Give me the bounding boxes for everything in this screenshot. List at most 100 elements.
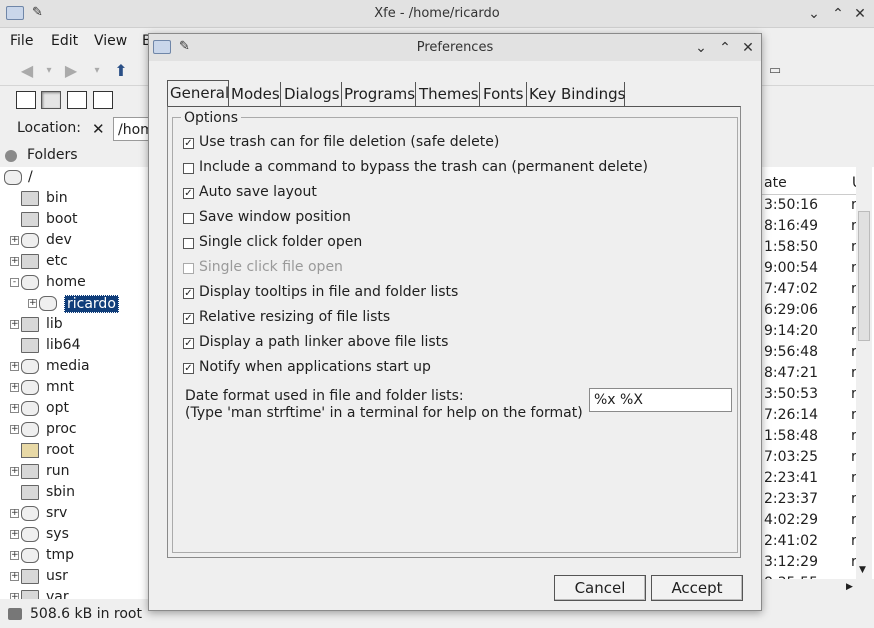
file-row-date[interactable]: 8:16:49 <box>764 218 818 234</box>
menu-file[interactable]: File <box>10 33 33 49</box>
tree-item[interactable]: - home <box>10 273 148 293</box>
expand-icon[interactable]: + <box>10 551 19 560</box>
expand-icon[interactable]: + <box>10 404 19 413</box>
menu-view[interactable]: View <box>94 33 127 49</box>
tree-two-panels-icon[interactable] <box>93 91 113 109</box>
file-row-date[interactable]: 7:26:14 <box>764 407 818 423</box>
tree-item[interactable]: + mnt <box>10 378 148 398</box>
maximize-button[interactable]: ⌃ <box>828 4 848 24</box>
file-row-date[interactable]: 8:47:21 <box>764 365 818 381</box>
file-row-date[interactable]: 2:23:41 <box>764 470 818 486</box>
tab-themes[interactable]: Themes <box>417 82 480 106</box>
forward-arrow-icon[interactable]: ▶ <box>60 60 82 82</box>
tree-item[interactable]: + var <box>10 588 148 599</box>
close-button[interactable]: ✕ <box>738 38 758 58</box>
file-row-date[interactable]: 9:14:20 <box>764 323 818 339</box>
file-row-date[interactable]: 8:35:55 <box>764 575 818 579</box>
file-list-scrollbar[interactable]: ▼ <box>856 167 872 579</box>
tree-item[interactable]: + usr <box>10 567 148 587</box>
expand-icon[interactable]: + <box>10 593 19 599</box>
file-row-date[interactable]: 3:50:16 <box>764 197 818 213</box>
tree-item[interactable]: + sys <box>10 525 148 545</box>
close-button[interactable]: ✕ <box>850 4 870 24</box>
file-row-date[interactable]: 3:50:53 <box>764 386 818 402</box>
file-row-date[interactable]: 3:12:29 <box>764 554 818 570</box>
expand-icon[interactable]: + <box>28 299 37 308</box>
file-row-date[interactable]: 9:00:54 <box>764 260 818 276</box>
file-list-hscrollbar[interactable]: ▶ <box>762 581 872 597</box>
expand-icon[interactable]: + <box>10 425 19 434</box>
minimize-button[interactable]: ⌄ <box>804 4 824 24</box>
checkbox-checked-icon[interactable]: ✓ <box>183 188 194 199</box>
back-arrow-icon[interactable]: ◀ <box>16 60 38 82</box>
file-row-date[interactable]: 1:58:50 <box>764 239 818 255</box>
tree-item[interactable]: + dev <box>10 231 148 251</box>
file-row-date[interactable]: 4:02:29 <box>764 512 818 528</box>
tree-item[interactable]: / <box>0 168 148 188</box>
date-format-input[interactable]: %x %X <box>589 388 732 412</box>
file-row-date[interactable]: 1:58:48 <box>764 428 818 444</box>
expand-icon[interactable]: + <box>10 467 19 476</box>
checkbox-checked-icon[interactable]: ✓ <box>183 288 194 299</box>
tree-item[interactable]: + srv <box>10 504 148 524</box>
file-row-date[interactable]: 7:47:02 <box>764 281 818 297</box>
tree-item[interactable]: sbin <box>10 483 148 503</box>
checkbox-checked-icon[interactable]: ✓ <box>183 363 194 374</box>
expand-icon[interactable]: + <box>10 362 19 371</box>
drive-icon[interactable]: ▭ <box>764 60 786 82</box>
scroll-right-icon[interactable]: ▶ <box>846 582 853 592</box>
tab-general[interactable]: General <box>167 80 229 106</box>
expand-icon[interactable]: + <box>10 320 19 329</box>
tree-item[interactable]: + tmp <box>10 546 148 566</box>
file-row-date[interactable]: 9:56:48 <box>764 344 818 360</box>
tree-item[interactable]: boot <box>10 210 148 230</box>
file-row-date[interactable]: 6:29:06 <box>764 302 818 318</box>
menu-edit[interactable]: Edit <box>51 33 78 49</box>
up-arrow-icon[interactable]: ⬆ <box>110 60 132 82</box>
tree-item[interactable]: bin <box>10 189 148 209</box>
tab-fonts[interactable]: Fonts <box>481 82 527 106</box>
expand-icon[interactable]: + <box>10 383 19 392</box>
one-panel-icon[interactable] <box>16 91 36 109</box>
tree-item[interactable]: lib64 <box>10 336 148 356</box>
two-panels-icon[interactable] <box>67 91 87 109</box>
minimize-button[interactable]: ⌄ <box>691 38 711 58</box>
tree-item[interactable]: + etc <box>10 252 148 272</box>
tab-dialogs[interactable]: Dialogs <box>282 82 342 106</box>
checkbox-unchecked-icon[interactable] <box>183 163 194 174</box>
scrollbar-thumb[interactable] <box>858 211 870 341</box>
expand-icon[interactable]: + <box>10 530 19 539</box>
file-row-date[interactable]: 2:41:02 <box>764 533 818 549</box>
checkbox-unchecked-icon[interactable] <box>183 238 194 249</box>
tree-item[interactable]: root <box>10 441 148 461</box>
tab-modes[interactable]: Modes <box>229 82 281 106</box>
tree-item[interactable]: + lib <box>10 315 148 335</box>
tree-item[interactable]: + run <box>10 462 148 482</box>
tree-item[interactable]: + ricardo <box>28 294 148 314</box>
tree-item[interactable]: + opt <box>10 399 148 419</box>
tree-panel-icon[interactable] <box>41 91 61 109</box>
expand-icon[interactable]: + <box>10 236 19 245</box>
file-row-date[interactable]: 7:03:25 <box>764 449 818 465</box>
clear-location-icon[interactable]: ✕ <box>92 120 105 138</box>
tab-programs[interactable]: Programs <box>342 82 416 106</box>
cancel-button[interactable]: Cancel <box>554 575 646 601</box>
tree-item[interactable]: + media <box>10 357 148 377</box>
location-input[interactable]: /home/ricardo <box>113 117 153 141</box>
maximize-button[interactable]: ⌃ <box>715 38 735 58</box>
checkbox-unchecked-icon[interactable] <box>183 213 194 224</box>
expand-icon[interactable]: + <box>10 509 19 518</box>
checkbox-checked-icon[interactable]: ✓ <box>183 313 194 324</box>
scroll-down-icon[interactable]: ▼ <box>859 565 866 575</box>
file-row-date[interactable]: 2:23:37 <box>764 491 818 507</box>
accept-button[interactable]: Accept <box>651 575 743 601</box>
tab-key-bindings[interactable]: Key Bindings <box>527 82 625 106</box>
back-history-icon[interactable]: ▾ <box>38 60 60 82</box>
column-date-header[interactable]: ate <box>764 175 787 191</box>
checkbox-checked-icon[interactable]: ✓ <box>183 138 194 149</box>
collapse-icon[interactable]: - <box>10 278 19 287</box>
expand-icon[interactable]: + <box>10 572 19 581</box>
expand-icon[interactable]: + <box>10 257 19 266</box>
checkbox-checked-icon[interactable]: ✓ <box>183 338 194 349</box>
forward-history-icon[interactable]: ▾ <box>86 60 108 82</box>
